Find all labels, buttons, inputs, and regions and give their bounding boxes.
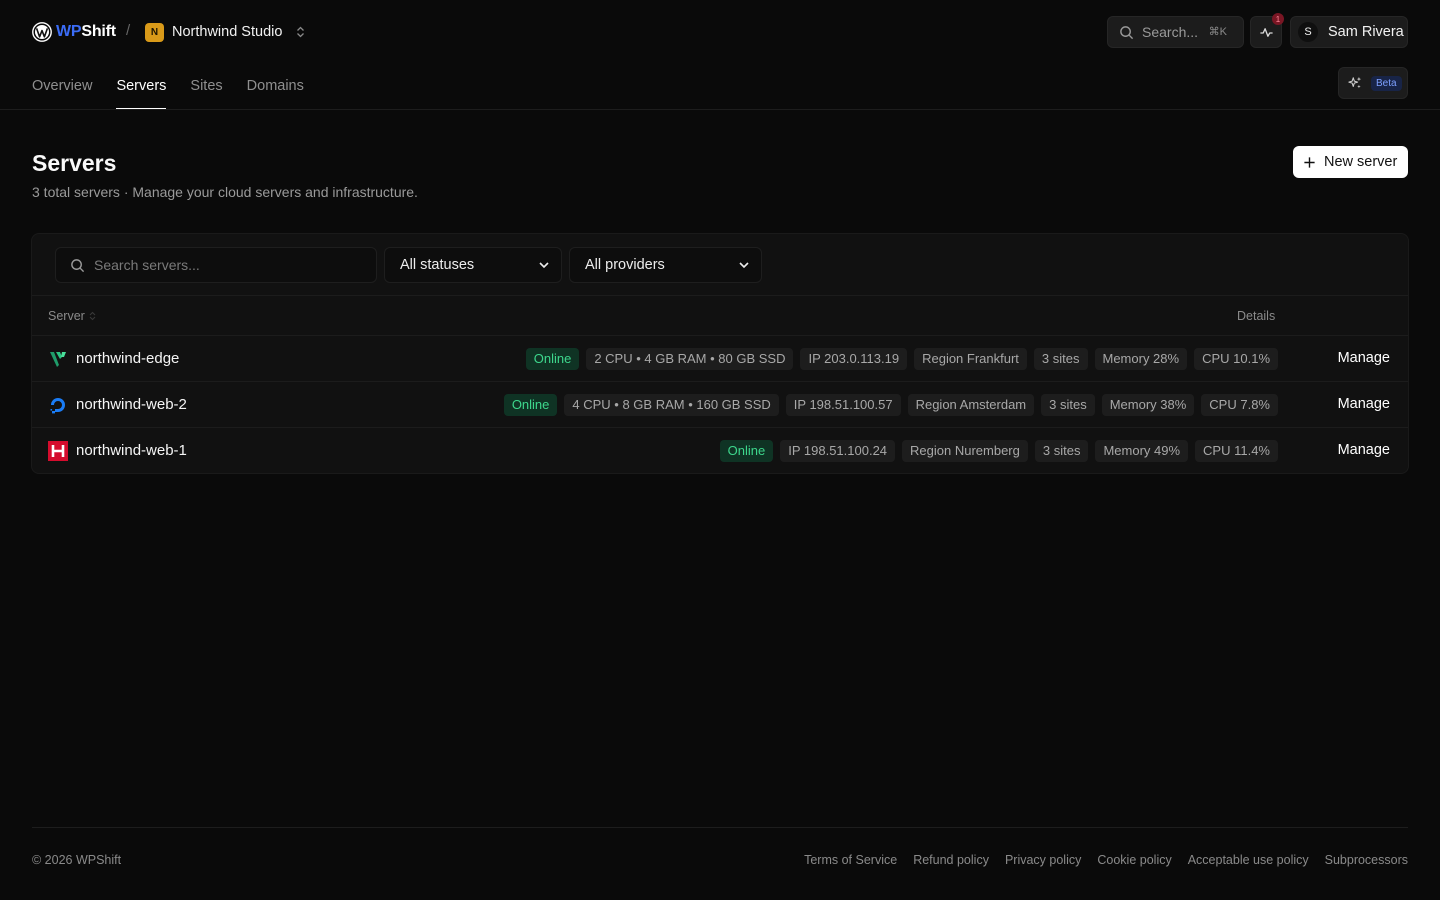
- wordpress-logo-icon: [32, 22, 52, 42]
- server-name[interactable]: northwind-web-2: [76, 396, 187, 413]
- region-chip: Region Frankfurt: [914, 348, 1027, 370]
- ip-chip: IP 203.0.113.19: [800, 348, 908, 370]
- specs-chip: 2 CPU • 4 GB RAM • 80 GB SSD: [586, 348, 794, 370]
- provider-filter-value: All providers: [585, 257, 665, 273]
- tab-overview[interactable]: Overview: [32, 64, 92, 110]
- new-server-label: New server: [1324, 154, 1398, 170]
- sort-icon: [89, 311, 96, 321]
- tab-sites[interactable]: Sites: [190, 64, 222, 110]
- cpu-chip: CPU 11.4%: [1195, 440, 1278, 462]
- server-search-input[interactable]: [94, 257, 344, 273]
- server-details: Online IP 198.51.100.24 Region Nuremberg…: [719, 440, 1278, 462]
- cpu-chip: CPU 7.8%: [1201, 394, 1278, 416]
- brand[interactable]: WPShift: [32, 20, 116, 44]
- column-header-server[interactable]: Server: [48, 309, 96, 323]
- cpu-chip: CPU 10.1%: [1194, 348, 1278, 370]
- ip-chip: IP 198.51.100.24: [780, 440, 896, 462]
- chevron-up-down-icon: [297, 26, 305, 38]
- plus-icon: [1304, 156, 1315, 168]
- sites-chip: 3 sites: [1041, 394, 1095, 416]
- copyright: © 2026 WPShift: [32, 853, 122, 867]
- activity-icon: [1259, 27, 1273, 37]
- ai-assistant-button[interactable]: Beta: [1338, 67, 1408, 99]
- table-row[interactable]: northwind-edge Online 2 CPU • 4 GB RAM •…: [32, 336, 1408, 382]
- main-tabs: Overview Servers Sites Domains: [32, 64, 328, 110]
- server-name[interactable]: northwind-edge: [76, 350, 179, 367]
- servers-panel: All statuses All providers Server Detail…: [31, 233, 1409, 474]
- table-row[interactable]: northwind-web-1 Online IP 198.51.100.24 …: [32, 428, 1408, 473]
- top-bar: WPShift / N Northwind Studio Search... ⌘…: [0, 0, 1440, 64]
- server-name[interactable]: northwind-web-1: [76, 442, 187, 459]
- server-details: Online 4 CPU • 8 GB RAM • 160 GB SSD IP …: [503, 394, 1278, 416]
- search-icon: [71, 258, 85, 272]
- org-avatar: N: [145, 22, 164, 42]
- sites-chip: 3 sites: [1033, 348, 1088, 370]
- beta-badge: Beta: [1371, 75, 1402, 91]
- acceptable-use-link[interactable]: Acceptable use policy: [1188, 853, 1309, 867]
- memory-chip: Memory 38%: [1101, 394, 1195, 416]
- privacy-policy-link[interactable]: Privacy policy: [1005, 853, 1081, 867]
- ip-chip: IP 198.51.100.57: [785, 394, 901, 416]
- notification-badge: 1: [1272, 13, 1284, 25]
- server-search-field[interactable]: [55, 247, 377, 283]
- sparkles-icon: [1348, 76, 1362, 89]
- avatar: S: [1298, 22, 1318, 42]
- user-name: Sam Rivera: [1328, 24, 1404, 40]
- column-header-details: Details: [1237, 309, 1276, 323]
- subprocessors-link[interactable]: Subprocessors: [1325, 853, 1408, 867]
- memory-chip: Memory 49%: [1095, 440, 1189, 462]
- tab-domains[interactable]: Domains: [247, 64, 304, 110]
- footer-links: Terms of Service Refund policy Privacy p…: [804, 853, 1408, 867]
- manage-button[interactable]: Manage: [1338, 350, 1390, 366]
- server-details: Online 2 CPU • 4 GB RAM • 80 GB SSD IP 2…: [525, 348, 1278, 370]
- chevron-down-icon: [739, 262, 749, 269]
- page-title: Servers: [32, 150, 117, 176]
- cookie-policy-link[interactable]: Cookie policy: [1097, 853, 1171, 867]
- org-switcher[interactable]: N Northwind Studio: [145, 21, 305, 43]
- status-filter-value: All statuses: [400, 257, 475, 273]
- search-label: Search...: [1142, 24, 1199, 40]
- search-icon: [1120, 25, 1134, 39]
- footer-divider: [32, 827, 1408, 828]
- tab-servers[interactable]: Servers: [116, 64, 166, 110]
- org-name: Northwind Studio: [172, 24, 283, 40]
- refund-policy-link[interactable]: Refund policy: [913, 853, 989, 867]
- status-badge: Online: [525, 348, 580, 370]
- new-server-button[interactable]: New server: [1293, 146, 1408, 178]
- status-badge: Online: [719, 440, 774, 462]
- status-badge: Online: [503, 394, 558, 416]
- terms-link[interactable]: Terms of Service: [804, 853, 897, 867]
- table-row[interactable]: northwind-web-2 Online 4 CPU • 8 GB RAM …: [32, 382, 1408, 428]
- region-chip: Region Nuremberg: [902, 440, 1028, 462]
- user-menu-button[interactable]: S Sam Rivera: [1290, 16, 1408, 48]
- manage-button[interactable]: Manage: [1338, 442, 1390, 458]
- search-shortcut: ⌘K: [1208, 26, 1227, 38]
- header-divider: [0, 109, 1440, 110]
- specs-chip: 4 CPU • 8 GB RAM • 160 GB SSD: [564, 394, 779, 416]
- provider-filter-select[interactable]: All providers: [569, 247, 762, 283]
- vultr-icon: [50, 352, 66, 367]
- breadcrumb-separator: /: [126, 22, 131, 39]
- region-chip: Region Amsterdam: [907, 394, 1035, 416]
- digitalocean-icon: [50, 398, 65, 414]
- global-search-button[interactable]: Search... ⌘K: [1107, 16, 1244, 48]
- manage-button[interactable]: Manage: [1338, 396, 1390, 412]
- table-divider: [32, 295, 1408, 296]
- status-filter-select[interactable]: All statuses: [384, 247, 562, 283]
- sites-chip: 3 sites: [1034, 440, 1089, 462]
- hetzner-icon: [48, 441, 68, 461]
- page-subtitle: 3 total servers · Manage your cloud serv…: [32, 184, 418, 200]
- memory-chip: Memory 28%: [1094, 348, 1188, 370]
- brand-name: WPShift: [56, 23, 116, 40]
- chevron-down-icon: [539, 262, 549, 269]
